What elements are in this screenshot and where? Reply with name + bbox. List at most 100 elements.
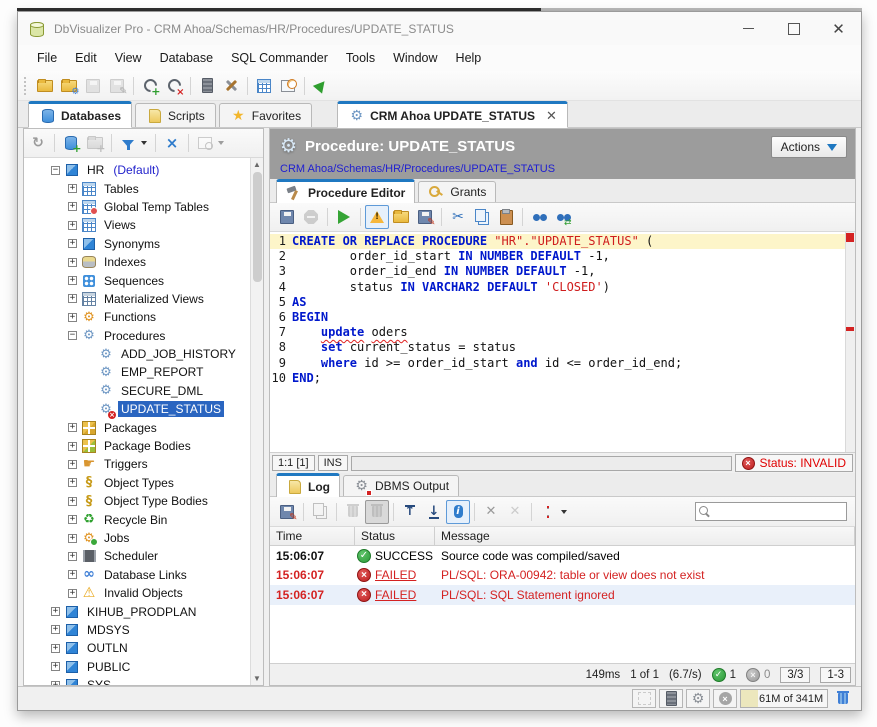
error-marker-line1[interactable] bbox=[846, 233, 854, 242]
tree-item-label[interactable]: Recycle Bin bbox=[101, 512, 170, 528]
expand-node-icon[interactable]: + bbox=[68, 276, 77, 285]
code-line-9[interactable]: 9 where id >= order_id_start and id <= o… bbox=[270, 356, 845, 371]
tree-item-materialized-views[interactable]: + Materialized Views bbox=[24, 290, 250, 308]
tab-grants[interactable]: Grants bbox=[418, 181, 496, 202]
scroll-thumb[interactable] bbox=[253, 172, 262, 282]
selection-tool-button[interactable] bbox=[632, 689, 656, 708]
expand-node-icon[interactable]: + bbox=[68, 239, 77, 248]
create-folder-button[interactable]: + bbox=[83, 131, 107, 155]
clear-on-execute-button[interactable] bbox=[365, 500, 389, 524]
tab-close-icon[interactable]: ✕ bbox=[546, 108, 557, 124]
expand-node-icon[interactable]: + bbox=[51, 681, 60, 685]
scroll-to-bottom-button[interactable]: ↓ bbox=[422, 500, 446, 524]
tree-item-label[interactable]: SYS bbox=[84, 677, 114, 685]
log-search-field[interactable] bbox=[695, 502, 847, 521]
save-as-button[interactable]: ✎ bbox=[105, 74, 129, 98]
tree-item-label[interactable]: Sequences bbox=[101, 273, 167, 289]
row-markers-button[interactable] bbox=[536, 500, 560, 524]
expand-node-icon[interactable]: + bbox=[51, 662, 60, 671]
tree-item-functions[interactable]: +Functions bbox=[24, 308, 250, 326]
paste-button[interactable] bbox=[494, 205, 518, 229]
tree-item-label[interactable]: Invalid Objects bbox=[101, 585, 186, 601]
expand-node-icon[interactable]: + bbox=[68, 294, 77, 303]
tree-item-object-types[interactable]: +Object Types bbox=[24, 474, 250, 492]
highlight-errors-button[interactable] bbox=[365, 205, 389, 229]
collapse-node-icon[interactable]: − bbox=[68, 331, 77, 340]
find-button[interactable] bbox=[527, 205, 551, 229]
collapse-rows-button[interactable]: ✕ bbox=[503, 500, 527, 524]
tree-item-object-type-bodies[interactable]: + Object Type Bodies bbox=[24, 492, 250, 510]
tree-item-label[interactable]: HR bbox=[84, 162, 107, 178]
tree-item-label[interactable]: Package Bodies bbox=[101, 438, 194, 454]
tree-item-scheduler[interactable]: + Scheduler bbox=[24, 547, 250, 565]
tree-item-label[interactable]: OUTLN bbox=[84, 640, 131, 656]
menu-database[interactable]: Database bbox=[151, 48, 223, 68]
tree-item-label[interactable]: Object Type Bodies bbox=[101, 493, 211, 509]
tree-item-label[interactable]: Triggers bbox=[101, 456, 151, 472]
code-line-8[interactable]: 8 set current_status = status bbox=[270, 340, 845, 355]
tree-item-secure-dml[interactable]: SECURE_DML bbox=[24, 382, 250, 400]
log-row[interactable]: 15:06:07×FAILEDPL/SQL: SQL Statement ign… bbox=[270, 585, 855, 605]
monitor-button[interactable] bbox=[276, 74, 300, 98]
tree-item-label[interactable]: UPDATE_STATUS bbox=[118, 401, 224, 417]
expand-node-icon[interactable]: + bbox=[68, 460, 77, 469]
code-line-1[interactable]: 1CREATE OR REPLACE PROCEDURE "HR"."UPDAT… bbox=[270, 234, 845, 249]
tree-item-label[interactable]: Procedures bbox=[101, 328, 168, 344]
tree-item-label[interactable]: PUBLIC bbox=[84, 659, 133, 675]
code-line-2[interactable]: 2 order_id_start IN NUMBER DEFAULT -1, bbox=[270, 249, 845, 264]
expand-node-icon[interactable]: + bbox=[68, 552, 77, 561]
tree-item-label[interactable]: Materialized Views bbox=[101, 291, 207, 307]
expand-node-icon[interactable]: + bbox=[68, 423, 77, 432]
collapse-node-icon[interactable]: − bbox=[51, 166, 60, 175]
save-file-button[interactable]: ✎ bbox=[413, 205, 437, 229]
collapse-all-button[interactable]: × bbox=[160, 131, 184, 155]
connections-status-button[interactable] bbox=[659, 689, 683, 708]
tree-item-label[interactable]: Synonyms bbox=[101, 236, 163, 252]
save-button[interactable] bbox=[81, 74, 105, 98]
filter-dropdown-icon[interactable] bbox=[141, 141, 147, 145]
tree-item-outln[interactable]: +OUTLN bbox=[24, 639, 250, 657]
tab-databases[interactable]: Databases bbox=[28, 101, 132, 128]
menu-window[interactable]: Window bbox=[384, 48, 446, 68]
tree-item-public[interactable]: + PUBLIC bbox=[24, 658, 250, 676]
minimize-button[interactable] bbox=[726, 12, 771, 45]
menu-help[interactable]: Help bbox=[447, 48, 491, 68]
tree-item-label[interactable]: Views bbox=[101, 217, 139, 233]
tab-procedure-editor[interactable]: Procedure Editor bbox=[276, 179, 415, 203]
column-message[interactable]: Message bbox=[435, 527, 855, 545]
expand-node-icon[interactable]: + bbox=[68, 221, 77, 230]
tree-item-label[interactable]: Scheduler bbox=[101, 548, 161, 564]
expand-node-icon[interactable]: + bbox=[68, 497, 77, 506]
scroll-down-icon[interactable]: ▼ bbox=[253, 672, 261, 685]
tab-scripts[interactable]: Scripts bbox=[135, 103, 216, 127]
create-connection-button[interactable]: + bbox=[59, 131, 83, 155]
expand-node-icon[interactable]: + bbox=[68, 570, 77, 579]
disconnect-button[interactable]: × bbox=[162, 74, 186, 98]
tree-item-label[interactable]: Global Temp Tables bbox=[101, 199, 212, 215]
background-tasks-button[interactable]: ⚙ bbox=[686, 689, 710, 708]
close-button[interactable]: ✕ bbox=[816, 12, 861, 45]
row-markers-dropdown-icon[interactable] bbox=[561, 510, 567, 514]
scroll-up-icon[interactable]: ▲ bbox=[253, 158, 261, 171]
tree-item-add-job-history[interactable]: ADD_JOB_HISTORY bbox=[24, 345, 250, 363]
tree-item-kihub-prodplan[interactable]: +KIHUB_PRODPLAN bbox=[24, 602, 250, 620]
error-marker-line7[interactable] bbox=[846, 327, 854, 331]
expand-rows-button[interactable]: ✕ bbox=[479, 500, 503, 524]
tree-item-hr[interactable]: −HR(Default) bbox=[24, 161, 250, 179]
menu-file[interactable]: File bbox=[28, 48, 66, 68]
expand-node-icon[interactable]: + bbox=[51, 625, 60, 634]
copy-button[interactable] bbox=[470, 205, 494, 229]
column-time[interactable]: Time bbox=[270, 527, 355, 545]
tree-item-mdsys[interactable]: +MDSYS bbox=[24, 621, 250, 639]
connect-button[interactable]: + bbox=[138, 74, 162, 98]
tree-item-invalid-objects[interactable]: +Invalid Objects bbox=[24, 584, 250, 602]
tree-item-global-temp-tables[interactable]: +Global Temp Tables bbox=[24, 198, 250, 216]
tree-item-package-bodies[interactable]: +Package Bodies bbox=[24, 437, 250, 455]
tree-item-emp-report[interactable]: EMP_REPORT bbox=[24, 363, 250, 381]
menu-sql-commander[interactable]: SQL Commander bbox=[222, 48, 337, 68]
filter-button[interactable] bbox=[116, 131, 140, 155]
gc-button[interactable] bbox=[831, 687, 855, 711]
errors-status-button[interactable]: × bbox=[713, 689, 737, 708]
sql-editor[interactable]: 1CREATE OR REPLACE PROCEDURE "HR"."UPDAT… bbox=[270, 232, 855, 452]
refresh-button[interactable]: ↻ bbox=[26, 131, 50, 155]
